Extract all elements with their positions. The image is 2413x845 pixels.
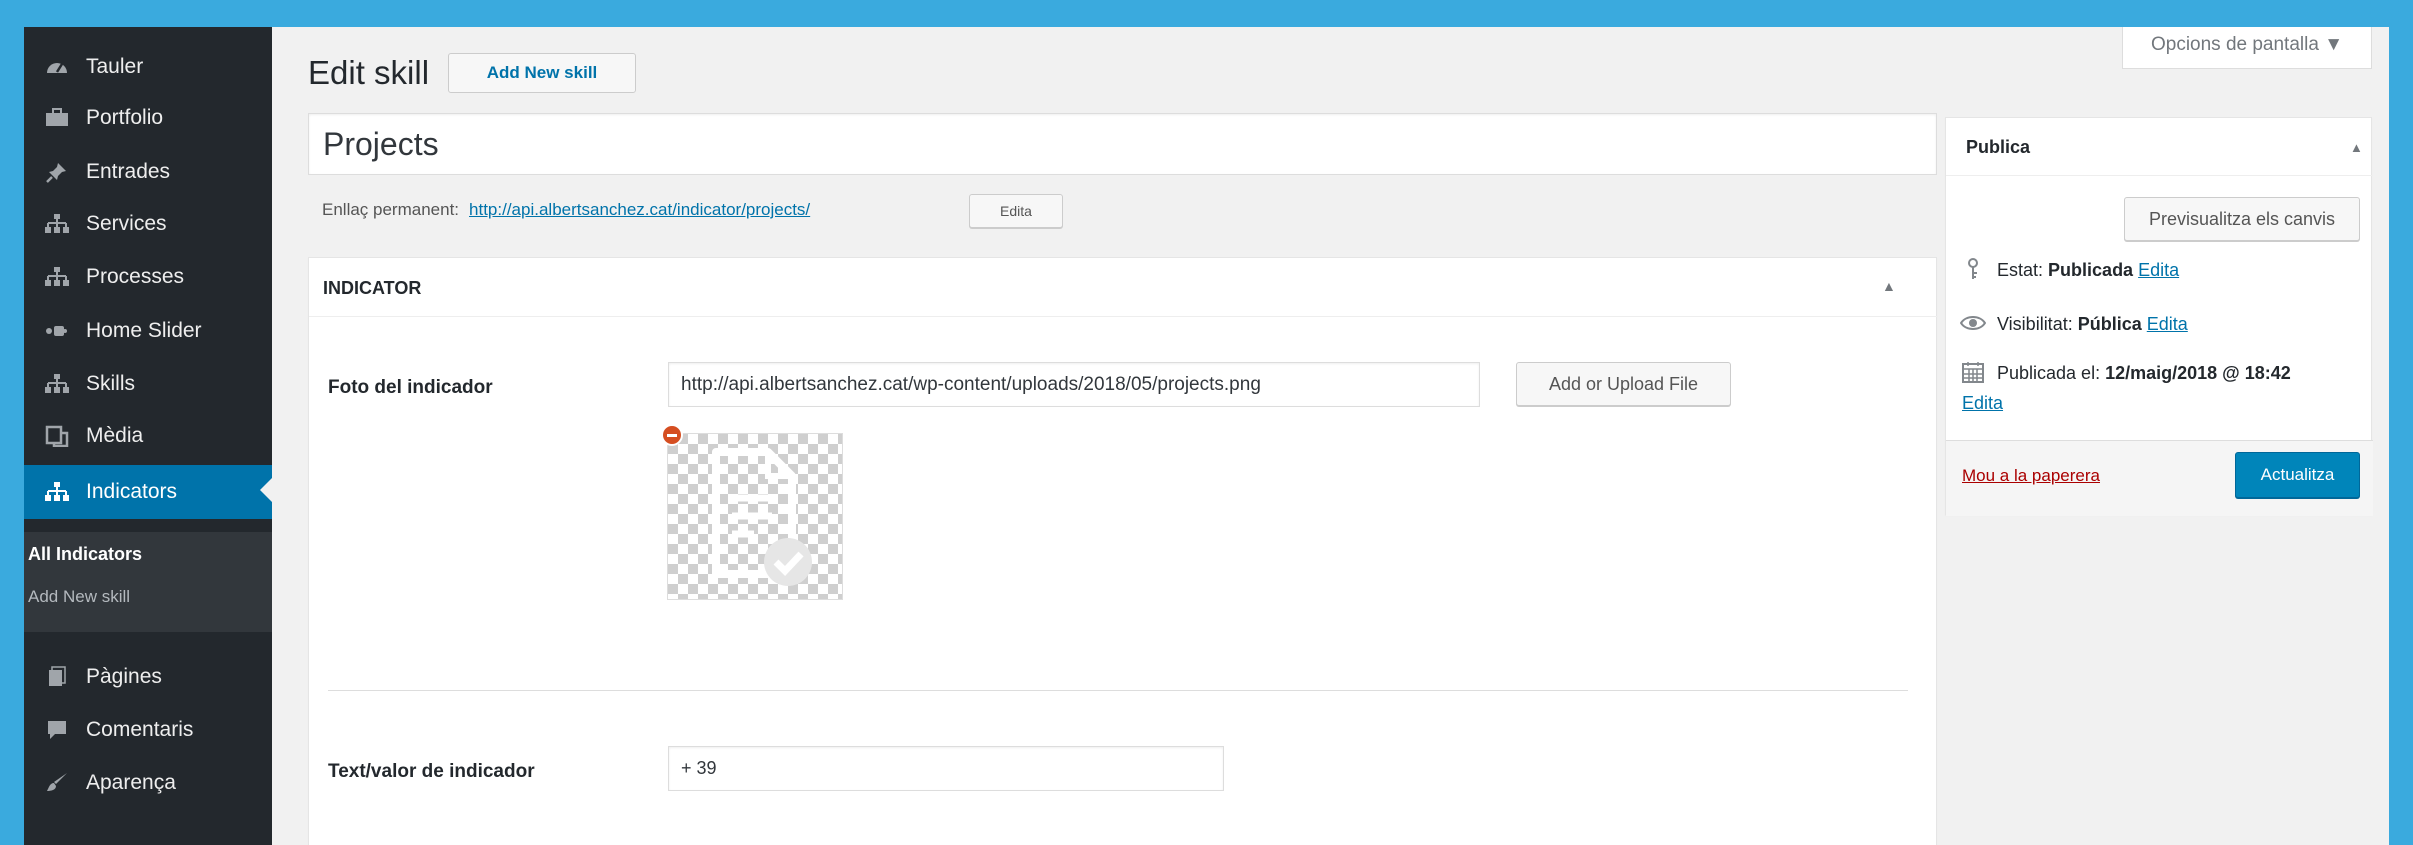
- eye-icon: [1959, 314, 1987, 332]
- status-value: Publicada: [2048, 260, 2134, 280]
- collapse-toggle-icon[interactable]: ▲: [1882, 278, 1896, 294]
- add-new-skill-button[interactable]: Add New skill: [448, 53, 636, 93]
- sidebar-item-label: Portfolio: [86, 106, 164, 129]
- admin-window: Tauler Portfolio Entrades Services Proce: [24, 27, 2389, 845]
- hierarchy-icon: [40, 369, 74, 399]
- sidebar-item-entrades[interactable]: Entrades: [24, 147, 272, 197]
- key-icon: [1964, 257, 1982, 281]
- publish-divider: [1946, 175, 2373, 176]
- status-label: Estat:: [1997, 260, 2044, 280]
- preview-changes-button[interactable]: Previsualitza els canvis: [2124, 197, 2360, 241]
- hierarchy-icon: [40, 209, 74, 239]
- published-label: Publicada el:: [1997, 363, 2101, 383]
- sidebar-item-media[interactable]: Mèdia: [24, 411, 272, 461]
- page-title: Edit skill: [308, 54, 430, 91]
- sidebar-item-portfolio[interactable]: Portfolio: [24, 93, 272, 143]
- sidebar-item-label: Tauler: [86, 55, 144, 78]
- photo-url-input[interactable]: http://api.albertsanchez.cat/wp-content/…: [668, 362, 1480, 407]
- permalink-link[interactable]: http://api.albertsanchez.cat/indicator/p…: [469, 200, 810, 220]
- sidebar-item-label: Comentaris: [86, 718, 194, 741]
- publish-heading: Publica: [1966, 137, 2031, 157]
- indicator-metabox: INDICATOR ▲ Foto del indicador http://ap…: [308, 257, 1938, 845]
- document-icon: [712, 448, 812, 586]
- add-or-upload-file-button[interactable]: Add or Upload File: [1516, 362, 1731, 406]
- submenu-item-add-new-skill[interactable]: Add New skill: [28, 587, 130, 607]
- field-divider: [328, 690, 1908, 691]
- sidebar-item-label: Processes: [86, 265, 185, 288]
- brush-icon: [40, 768, 74, 798]
- published-row: Publicada el: 12/maig/2018 @ 18:42: [1997, 363, 2291, 384]
- permalink-label: Enllaç permanent:: [322, 200, 460, 219]
- text-value-input[interactable]: + 39: [668, 746, 1224, 791]
- sidebar-item-label: Home Slider: [86, 319, 202, 342]
- metabox-heading: INDICATOR: [323, 278, 422, 298]
- sidebar-submenu: All Indicators Add New skill: [24, 532, 272, 632]
- post-title-input[interactable]: Projects: [308, 113, 1937, 175]
- sidebar-item-home-slider[interactable]: Home Slider: [24, 306, 272, 356]
- sidebar-item-skills[interactable]: Skills: [24, 359, 272, 409]
- status-edit-link[interactable]: Edita: [2138, 260, 2179, 280]
- move-to-trash-link[interactable]: Mou a la paperera: [1962, 466, 2100, 486]
- sidebar-item-tauler[interactable]: Tauler: [24, 42, 272, 92]
- text-value-field-label: Text/valor de indicador: [328, 761, 535, 782]
- sidebar-item-indicators[interactable]: Indicators: [24, 465, 272, 519]
- sidebar-item-label: Skills: [86, 372, 136, 395]
- sidebar-item-label: Mèdia: [86, 424, 144, 447]
- sidebar-item-processes[interactable]: Processes: [24, 252, 272, 302]
- collapse-toggle-icon[interactable]: ▲: [2350, 140, 2363, 155]
- metabox-divider: [309, 316, 1938, 317]
- visibility-row: Visibilitat: Pública Edita: [1997, 314, 2188, 335]
- photo-field-label: Foto del indicador: [328, 377, 493, 398]
- permalink-row: Enllaç permanent: http://api.albertsanch…: [322, 200, 810, 220]
- status-row: Estat: Publicada Edita: [1997, 260, 2179, 281]
- submenu-item-all-indicators[interactable]: All Indicators: [28, 544, 142, 565]
- sidebar-item-label: Aparença: [86, 771, 176, 794]
- sidebar-item-comentaris[interactable]: Comentaris: [24, 705, 272, 755]
- sidebar-item-label: Entrades: [86, 160, 171, 183]
- permalink-edit-button[interactable]: Edita: [969, 194, 1063, 228]
- calendar-icon: [1962, 361, 1984, 383]
- pin-icon: [40, 157, 74, 187]
- admin-sidebar: Tauler Portfolio Entrades Services Proce: [24, 27, 272, 845]
- published-edit-link[interactable]: Edita: [1962, 393, 2003, 414]
- page-icon: [40, 662, 74, 692]
- sidebar-item-label: Pàgines: [86, 665, 162, 688]
- comment-icon: [40, 715, 74, 745]
- hierarchy-icon: [40, 262, 74, 292]
- screen-options-button[interactable]: Opcions de pantalla ▼: [2122, 27, 2372, 69]
- update-button[interactable]: Actualitza: [2235, 452, 2360, 498]
- remove-image-icon[interactable]: [661, 424, 683, 446]
- slider-icon: [40, 316, 74, 346]
- published-value: 12/maig/2018 @ 18:42: [2105, 363, 2291, 383]
- visibility-edit-link[interactable]: Edita: [2147, 314, 2188, 334]
- visibility-value: Pública: [2077, 314, 2142, 334]
- hierarchy-icon: [40, 477, 74, 507]
- visibility-label: Visibilitat:: [1997, 314, 2073, 334]
- portfolio-icon: [40, 103, 74, 133]
- sidebar-item-label: Services: [86, 212, 167, 235]
- sidebar-item-services[interactable]: Services: [24, 199, 272, 249]
- sidebar-item-pagines[interactable]: Pàgines: [24, 652, 272, 702]
- publish-metabox: Publica ▲ Previsualitza els canvis Estat…: [1945, 117, 2373, 516]
- dashboard-icon: [40, 52, 74, 82]
- sidebar-item-label: Indicators: [86, 480, 178, 503]
- indicator-image-preview: [667, 433, 843, 600]
- sidebar-item-aparenca[interactable]: Aparença: [24, 758, 272, 808]
- media-icon: [40, 421, 74, 451]
